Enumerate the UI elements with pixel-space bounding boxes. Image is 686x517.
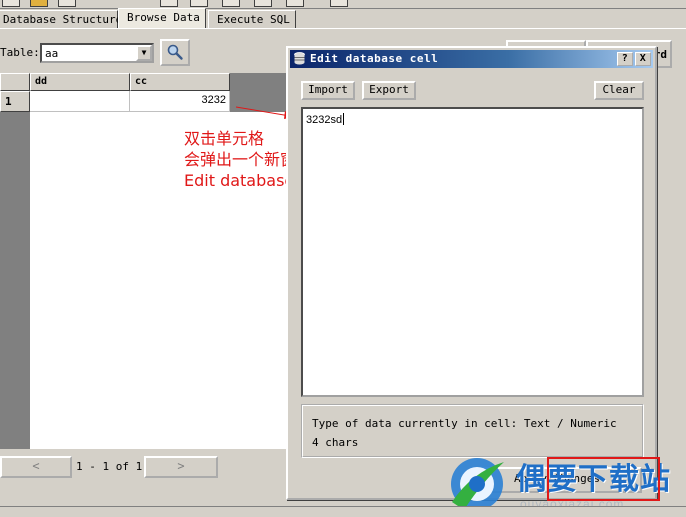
annotation-box: [547, 457, 660, 501]
tab-execute-sql[interactable]: Execute SQL: [208, 10, 296, 28]
main-toolbar: [0, 0, 686, 9]
table-cell-cc[interactable]: 3232: [130, 91, 230, 112]
close-button[interactable]: X: [635, 52, 651, 66]
table-cell-dd[interactable]: [30, 91, 130, 112]
help-icon[interactable]: [330, 0, 348, 7]
cell-type-info: Type of data currently in cell: Text / N…: [312, 417, 617, 430]
table-delete-icon[interactable]: [190, 0, 208, 7]
tab-database-structure[interactable]: Database Structure: [0, 10, 122, 28]
column-header-dd[interactable]: dd: [30, 73, 130, 91]
clear-button[interactable]: Clear: [594, 81, 644, 100]
next-page-button[interactable]: >: [144, 456, 218, 478]
column-header-cc[interactable]: cc: [130, 73, 230, 91]
table-label: Table:: [0, 46, 40, 59]
table-select-value: aa: [45, 47, 59, 60]
pager-status: 1 - 1 of 1: [76, 460, 143, 473]
dialog-titlebar[interactable]: Edit database cell ? X: [290, 50, 653, 68]
open-db-icon[interactable]: [30, 0, 48, 7]
new-db-icon[interactable]: [2, 0, 20, 7]
dialog-title: Edit database cell: [310, 52, 439, 65]
search-button[interactable]: [160, 39, 190, 66]
watermark-logo-icon: [451, 458, 504, 510]
text-caret: [343, 113, 345, 125]
database-icon: [294, 52, 305, 65]
index-delete-icon[interactable]: [286, 0, 304, 7]
export-button[interactable]: Export: [362, 81, 416, 100]
main-tabs: Database Structure Browse Data Execute S…: [0, 8, 686, 29]
tab-browse-data[interactable]: Browse Data: [118, 8, 206, 29]
tab-panel-edge: [0, 28, 686, 29]
index-create-icon[interactable]: [254, 0, 272, 7]
dropdown-arrow-icon[interactable]: ▼: [136, 45, 152, 61]
cell-chars-info: 4 chars: [312, 436, 359, 449]
import-button[interactable]: Import: [301, 81, 355, 100]
grid-header-filler: [230, 73, 290, 91]
cell-editor[interactable]: 3232sd: [301, 107, 644, 397]
cell-editor-text: 3232sd: [306, 114, 343, 126]
table-create-icon[interactable]: [160, 0, 178, 7]
grid-corner: [0, 73, 30, 91]
edit-cell-dialog: Edit database cell ? X Import Export Cle…: [286, 46, 657, 500]
row-header[interactable]: 1: [0, 91, 30, 112]
help-button[interactable]: ?: [617, 52, 633, 66]
status-bar: [0, 506, 686, 517]
cell-info-box: Type of data currently in cell: Text / N…: [301, 404, 644, 458]
magnifier-icon: [167, 44, 183, 60]
table-select[interactable]: aa ▼: [40, 43, 154, 63]
save-db-icon[interactable]: [58, 0, 76, 7]
prev-page-button[interactable]: <: [0, 456, 72, 478]
table-modify-icon[interactable]: [222, 0, 240, 7]
